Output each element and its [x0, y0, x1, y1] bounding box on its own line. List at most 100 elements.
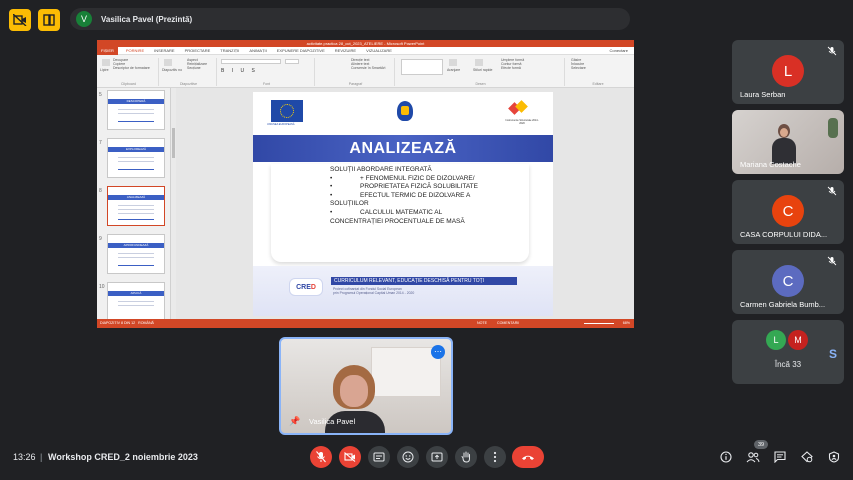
camera-off-icon[interactable]	[339, 446, 361, 468]
eu-caption: UNIUNEA EUROPEANĂ	[267, 123, 295, 126]
tab-file[interactable]: FIȘIER	[97, 46, 118, 55]
slide-thumbnail[interactable]: APLICĂ	[107, 282, 165, 319]
drawing-label: Desen	[475, 82, 486, 86]
thumbnail-number: 10	[99, 284, 105, 290]
slide-thumbnail[interactable]: DESCOPERĂ	[107, 90, 165, 130]
font-label: Font	[262, 82, 270, 86]
clipboard-label: Clipboard	[121, 82, 136, 86]
slide-thumbnail-pane: 5 DESCOPERĂ 7 EXPLOREAZĂ 8 ANALIZEAZĂ 9 …	[97, 88, 171, 319]
raise-hand-icon[interactable]	[455, 446, 477, 468]
top-bar: V Vasilica Pavel (Prezintă)	[0, 0, 853, 40]
paragraph-group: Direcție text Aliniere text Conversie în…	[317, 58, 395, 86]
new-slide-button[interactable]: Diapozitiv nou	[162, 68, 182, 72]
thumbnail-row[interactable]: 8 ANALIZEAZĂ	[99, 186, 167, 230]
mic-off-icon[interactable]	[310, 446, 332, 468]
host-controls-icon[interactable]	[827, 450, 841, 464]
mic-off-icon	[827, 46, 837, 56]
participant-tile[interactable]: C CASA CORPULUI DIDA...	[732, 180, 844, 244]
participant-tile[interactable]: L Laura Serban	[732, 40, 844, 104]
zoom-level[interactable]: 68%	[623, 319, 630, 328]
more-options-icon[interactable]	[484, 446, 506, 468]
slide-content: SOLUȚII ABORDARE INTEGRATĂ • + FENOMENUL …	[330, 166, 520, 226]
background-plant	[828, 118, 838, 138]
info-icon[interactable]	[719, 450, 733, 464]
participant-tile[interactable]: C Carmen Gabriela Bumb...	[732, 250, 844, 314]
thumbnail-scrollbar[interactable]	[171, 88, 176, 319]
powerpoint-body: 5 DESCOPERĂ 7 EXPLOREAZĂ 8 ANALIZEAZĂ 9 …	[97, 88, 634, 319]
ribbon: Lipire Decupare Copiere Descriptor de fo…	[97, 55, 634, 88]
thumbnail-title: DESCOPERĂ	[108, 99, 164, 104]
avatar: C	[772, 195, 804, 227]
ribbon-tabs: FIȘIER PORNIRE INSERARE PROIECTARE TRANZ…	[97, 46, 634, 55]
arrange-icon[interactable]	[449, 59, 457, 66]
self-view-tile[interactable]: ⋯ 📌 Vasilica Pavel	[279, 337, 453, 435]
slide-logos: UNIUNEA EUROPEANĂ Instrumente Structural…	[253, 92, 553, 132]
slide-thumbnail[interactable]: APROFUNDEAZĂ	[107, 234, 165, 274]
captions-icon[interactable]	[368, 446, 390, 468]
content-line: • CALCULUL MATEMATIC AL	[330, 208, 443, 216]
more-options-icon[interactable]: ⋯	[431, 345, 445, 359]
slide-thumbnail[interactable]: EXPLOREAZĂ	[107, 138, 165, 178]
shapes-gallery[interactable]	[401, 59, 443, 75]
comments-button[interactable]: COMENTARII	[497, 319, 519, 328]
window-icon[interactable]	[38, 9, 60, 31]
notes-button[interactable]: NOTE	[477, 319, 487, 328]
participant-name: CASA CORPULUI DIDA...	[740, 230, 828, 239]
pin-icon[interactable]: 📌	[289, 416, 300, 427]
slides-group: Diapozitiv nou Aspect Reinițializare Sec…	[161, 58, 217, 86]
section-button[interactable]: Secțiune	[187, 66, 217, 70]
paste-icon[interactable]	[102, 59, 110, 66]
tab-home[interactable]: PORNIRE	[126, 48, 144, 53]
tab-animations[interactable]: ANIMAȚII	[249, 48, 266, 53]
editing-group: Găsire Înlocuire Selectare Editare	[567, 58, 629, 86]
current-slide[interactable]: UNIUNEA EUROPEANĂ Instrumente Structural…	[253, 92, 553, 316]
shape-effects-button[interactable]: Efecte formă	[501, 66, 561, 70]
tab-insert[interactable]: INSERARE	[154, 48, 174, 53]
companion-icon[interactable]: S	[823, 343, 843, 365]
thumbnail-row[interactable]: 5 DESCOPERĂ	[99, 90, 167, 134]
select-button[interactable]: Selectare	[571, 66, 627, 70]
font-format-buttons[interactable]: B I U S	[221, 68, 258, 74]
activities-icon[interactable]	[800, 450, 814, 464]
font-size-select[interactable]	[285, 59, 299, 64]
separator: |	[40, 452, 43, 462]
font-name-select[interactable]	[221, 59, 281, 64]
avatar: M	[788, 330, 808, 350]
slide-counter: DIAPOZITIV 8 DIN 12 ROMÂNĂ	[100, 321, 154, 325]
avatar: C	[772, 265, 804, 297]
slide-title: ANALIZEAZĂ	[349, 139, 457, 157]
people-count-badge: 39	[754, 440, 768, 449]
paste-button[interactable]: Lipire	[100, 68, 112, 72]
camera-off-icon[interactable]	[9, 9, 31, 31]
thumbnail-row[interactable]: 9 APROFUNDEAZĂ	[99, 234, 167, 278]
convert-smartart-button[interactable]: Conversie în SmartArt	[351, 66, 395, 70]
chat-icon[interactable]	[773, 450, 787, 464]
quick-styles-button[interactable]: Stiluri rapide	[473, 68, 497, 72]
zoom-slider[interactable]	[584, 323, 614, 324]
structural-funds-caption: Instrumente Structurale 2014-2020	[505, 119, 539, 125]
tab-transitions[interactable]: TRANZIȚII	[220, 48, 239, 53]
tab-slideshow[interactable]: EXPUNERE DIAPOZITIVE	[277, 48, 325, 53]
slide-thumbnail-selected[interactable]: ANALIZEAZĂ	[107, 186, 165, 226]
thumbnail-row[interactable]: 10 APLICĂ	[99, 282, 167, 319]
emoji-icon[interactable]	[397, 446, 419, 468]
presenter-chip[interactable]: V Vasilica Pavel (Prezintă)	[70, 8, 630, 30]
content-line: • PROPRIETATEA FIZICĂ SOLUBILITATE	[330, 183, 478, 191]
people-icon[interactable]	[746, 450, 760, 464]
clock: 13:26	[13, 452, 36, 462]
quick-styles-icon[interactable]	[475, 59, 483, 66]
sign-in-link[interactable]: Conectare	[610, 48, 628, 53]
format-painter-button[interactable]: Descriptor de formatare	[113, 66, 159, 70]
arrange-button[interactable]: Aranjare	[447, 68, 471, 72]
participant-video-tile[interactable]: Mariana Costache	[732, 110, 844, 174]
tab-view[interactable]: VIZUALIZARE	[366, 48, 392, 53]
thumbnail-row[interactable]: 7 EXPLOREAZĂ	[99, 138, 167, 182]
end-call-button[interactable]	[512, 446, 544, 468]
tab-design[interactable]: PROIECTARE	[185, 48, 211, 53]
slide-footer: CRE D CURRICULUM RELEVANT, EDUCAȚIE DESCH…	[253, 266, 553, 316]
present-icon[interactable]	[426, 446, 448, 468]
thumbnail-number: 7	[99, 140, 102, 146]
content-line: SOLUȚII ABORDARE INTEGRATĂ	[330, 166, 432, 173]
new-slide-icon[interactable]	[164, 59, 172, 66]
tab-review[interactable]: REVIZUIRE	[335, 48, 356, 53]
